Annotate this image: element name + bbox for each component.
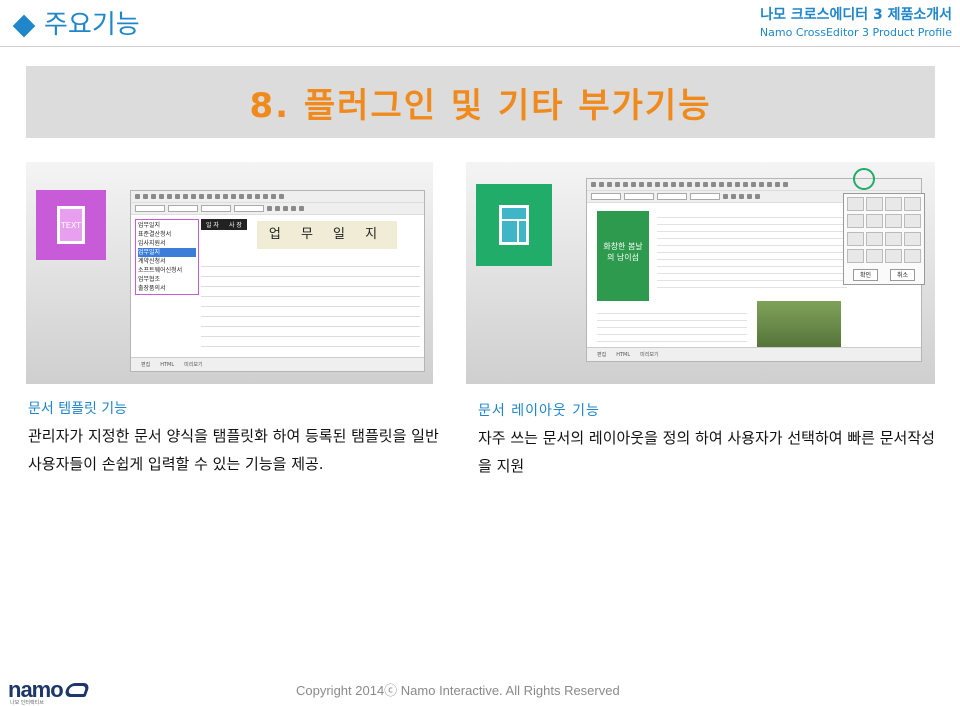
tab-preview: 미리보기 — [184, 362, 203, 368]
tab-edit: 편집 — [597, 352, 607, 358]
template-description: 관리자가 지정한 문서 양식을 탬플릿화 하여 등록된 탬플릿을 일반 사용자들… — [28, 427, 439, 473]
template-header-cell: 사 장 — [223, 219, 247, 230]
document-table-rows — [201, 257, 420, 353]
tab-edit: 편집 — [141, 362, 151, 368]
header-divider — [0, 46, 960, 47]
template-list-item: 출장품의서 — [138, 285, 166, 292]
tab-html: HTML — [160, 361, 175, 368]
editor-toolbar — [131, 191, 424, 203]
text-document-icon: TEXT — [57, 206, 85, 244]
product-title-kr: 나모 크로스에디터 3 제품소개서 — [760, 7, 952, 23]
layout-picker-buttons: 확인 취소 — [847, 268, 921, 281]
layout-feature-icon — [476, 184, 552, 266]
template-list-item: 업무일지 — [138, 222, 161, 229]
template-list-item: 계약신청서 — [138, 258, 166, 265]
template-list-item-selected: 업무일지 — [138, 248, 196, 257]
tab-preview: 미리보기 — [640, 352, 659, 358]
template-list-item: 업무협조 — [138, 276, 161, 283]
editor-screenshot-template: 업무일지 표준결산청서 입사지원서 업무일지 계약신청서 소프트웨어신청서 업무… — [130, 190, 425, 372]
layout-feature-panel: 화창한 봄날의 남이섬 확인 취소 편집 HTML 미리보기 — [466, 162, 935, 384]
template-list: 업무일지 표준결산청서 입사지원서 업무일지 계약신청서 소프트웨어신청서 업무… — [135, 219, 199, 295]
template-list-item: 표준결산청서 — [138, 231, 172, 238]
layout-description: 자주 쓰는 문서의 레이아웃을 정의 하여 사용자가 선택하여 빠른 문서작성을… — [478, 429, 935, 475]
layout-picker-popup: 확인 취소 — [843, 193, 925, 285]
template-list-item: 입사지원서 — [138, 240, 166, 247]
template-header-cell: 일 자 — [201, 219, 224, 230]
section-title: 주요기능 — [44, 10, 140, 40]
editor-format-bar — [131, 203, 424, 215]
tab-html: HTML — [616, 351, 631, 358]
document-title: 업 무 일 지 — [257, 221, 397, 249]
logo-subtitle: 나모 인터랙티브 — [10, 700, 44, 706]
namo-logo: namo 나모 인터랙티브 — [8, 677, 91, 706]
layout-caption: 문서 레이아웃 기능 — [478, 403, 600, 419]
layout-text-block — [657, 211, 847, 291]
section-header: 주요기능 — [6, 4, 140, 41]
template-caption: 문서 템플릿 기능 — [28, 401, 128, 417]
template-feature-icon: TEXT — [36, 190, 106, 260]
product-title-en: Namo CrossEditor 3 Product Profile — [759, 26, 952, 39]
logo-swoosh-icon — [63, 683, 91, 697]
copyright-text: Copyright 2014ⓒ Namo Interactive. All Ri… — [296, 683, 620, 698]
template-list-item: 소프트웨어신청서 — [138, 267, 183, 274]
banner-title: 8. 플러그인 및 기타 부가기능 — [249, 85, 712, 126]
layout-confirm-button: 확인 — [852, 268, 879, 281]
editor-body: 업무일지 표준결산청서 입사지원서 업무일지 계약신청서 소프트웨어신청서 업무… — [131, 217, 424, 357]
editor-mode-tabs: 편집 HTML 미리보기 — [587, 347, 921, 361]
editor-mode-tabs: 편집 HTML 미리보기 — [131, 357, 424, 371]
product-title-block: 나모 크로스에디터 3 제품소개서 Namo CrossEditor 3 Pro… — [760, 4, 952, 39]
text-document-icon-label: TEXT — [60, 220, 82, 230]
diamond-bullet-icon — [12, 14, 36, 37]
layout-document-icon — [499, 205, 529, 245]
slide-banner: 8. 플러그인 및 기타 부가기능 — [26, 66, 935, 138]
editor-screenshot-layout: 화창한 봄날의 남이섬 확인 취소 편집 HTML 미리보기 — [586, 178, 925, 362]
layout-cancel-button: 취소 — [889, 268, 916, 281]
template-feature-panel: TEXT 업무일지 표준결산청서 입사지원서 업무일지 계약신청서 소프트웨어신… — [26, 162, 433, 384]
layout-title-block: 화창한 봄날의 남이섬 — [597, 211, 649, 301]
layout-button-highlight — [853, 168, 875, 190]
template-header-cells: 일 자 사 장 — [201, 219, 247, 230]
